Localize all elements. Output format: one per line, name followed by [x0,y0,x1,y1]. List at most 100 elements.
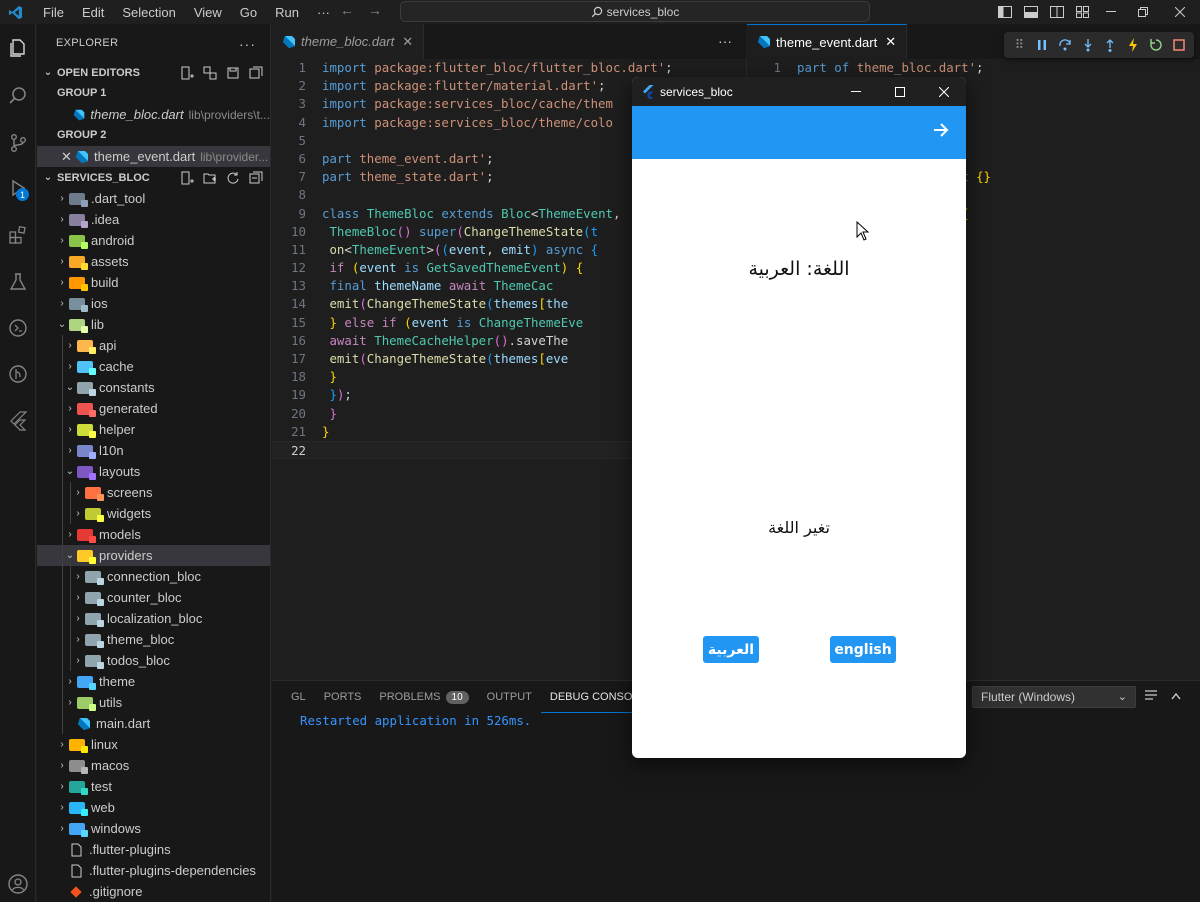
panel-tab[interactable]: PORTS [315,681,371,713]
restart-icon[interactable] [1147,36,1165,54]
editor-more-actions[interactable]: ··· [718,33,732,49]
step-over-icon[interactable] [1056,36,1074,54]
run-debug-icon[interactable]: 1 [0,170,36,206]
app-minimize-icon[interactable] [834,77,878,106]
menu-item[interactable]: ··· [308,5,339,20]
tree-item[interactable]: › macos [37,755,270,776]
tree-item[interactable]: › theme_bloc [37,629,270,650]
command-center-search[interactable]: services_bloc [400,1,870,22]
drag-handle-icon[interactable]: ⠿ [1010,36,1028,54]
close-tab-icon[interactable]: ✕ [885,34,896,50]
tree-item[interactable]: › widgets [37,503,270,524]
tree-item[interactable]: › .idea [37,209,270,230]
tree-item[interactable]: › android [37,230,270,251]
menu-item[interactable]: Go [231,5,266,20]
project-section[interactable]: ⌄ SERVICES_BLOC [37,167,270,188]
app-close-icon[interactable] [922,77,966,106]
app-maximize-icon[interactable] [878,77,922,106]
tree-item[interactable]: › generated [37,398,270,419]
tree-item[interactable]: ⌄ providers [37,545,270,566]
new-group-icon[interactable] [202,65,218,81]
open-editors-section[interactable]: ⌄ OPEN EDITORS [37,62,270,83]
new-file-icon[interactable] [179,170,195,186]
tree-item[interactable]: › assets [37,251,270,272]
toggle-primary-sidebar-icon[interactable] [992,0,1018,24]
open-editor-theme-event[interactable]: ✕ theme_event.dart lib\provider... [37,146,270,167]
tree-item[interactable]: › .dart_tool [37,188,270,209]
extensions-icon[interactable] [0,217,36,253]
tab-theme-bloc[interactable]: theme_bloc.dart ✕ [272,24,425,59]
tree-item[interactable]: ⌄ constants [37,377,270,398]
toggle-panel-icon[interactable] [1018,0,1044,24]
menu-item[interactable]: View [185,5,231,20]
source-control-icon[interactable] [0,125,36,161]
save-all-icon[interactable] [225,65,241,81]
tree-item[interactable]: › models [37,524,270,545]
forward-arrow-icon[interactable]: → [368,2,382,18]
close-icon[interactable]: ✕ [61,149,75,165]
tree-item[interactable]: › api [37,335,270,356]
tree-item[interactable]: › localization_bloc [37,608,270,629]
pause-icon[interactable] [1033,36,1051,54]
tree-item[interactable]: › ios [37,293,270,314]
tree-item[interactable]: › test [37,776,270,797]
close-window-icon[interactable] [1160,0,1200,24]
tab-theme-event[interactable]: theme_event.dart ✕ [747,24,908,59]
remote-explorer-icon[interactable] [0,310,36,346]
close-tab-icon[interactable]: ✕ [402,34,413,50]
tree-item[interactable]: › windows [37,818,270,839]
new-folder-icon[interactable] [202,170,218,186]
menu-item[interactable]: File [34,5,73,20]
explorer-icon[interactable] [0,30,36,66]
toggle-secondary-sidebar-icon[interactable] [1044,0,1070,24]
tree-item[interactable]: ⌄ lib [37,314,270,335]
close-all-icon[interactable] [248,65,264,81]
tree-item[interactable]: ⌄ layouts [37,461,270,482]
clear-console-icon[interactable] [1144,689,1158,704]
tree-item[interactable]: .flutter-plugins [37,839,270,860]
tree-item[interactable]: › cache [37,356,270,377]
new-untitled-file-icon[interactable] [179,65,195,81]
back-arrow-icon[interactable]: ← [340,2,354,18]
tree-item[interactable]: .flutter-plugins-dependencies [37,860,270,881]
tree-item[interactable]: › connection_bloc [37,566,270,587]
step-out-icon[interactable] [1101,36,1119,54]
tree-item[interactable]: › todos_bloc [37,650,270,671]
refresh-icon[interactable] [225,170,241,186]
panel-tab[interactable]: PROBLEMS 10 [370,681,477,713]
tree-item[interactable]: › build [37,272,270,293]
tree-item[interactable]: › web [37,797,270,818]
open-editor-theme-bloc[interactable]: ✕ theme_bloc.dart lib\providers\t... [37,104,270,125]
stop-icon[interactable] [1170,36,1188,54]
menu-item[interactable]: Selection [113,5,184,20]
accounts-icon[interactable] [0,866,36,902]
tree-item[interactable]: › theme [37,671,270,692]
tree-item[interactable]: › utils [37,692,270,713]
arrow-forward-icon[interactable] [932,121,950,142]
debug-session-select[interactable]: Flutter (Windows) ⌄ [972,686,1136,708]
tree-item[interactable]: › linux [37,734,270,755]
arabic-language-button[interactable]: العربية [703,636,759,663]
tree-item[interactable]: .gitignore [37,881,270,902]
panel-tab[interactable]: GL [282,681,315,713]
restore-window-icon[interactable] [1126,0,1160,24]
explorer-more-actions[interactable]: ··· [239,36,256,52]
search-icon[interactable] [0,78,36,114]
customize-layout-icon[interactable] [1070,0,1096,24]
collapse-all-icon[interactable] [248,170,264,186]
testing-flask-icon[interactable] [0,264,36,300]
english-language-button[interactable]: english [830,636,896,663]
menu-item[interactable]: Run [266,5,308,20]
minimize-window-icon[interactable] [1096,0,1126,24]
maximize-panel-icon[interactable] [1170,689,1182,704]
tree-item[interactable]: › screens [37,482,270,503]
tree-item[interactable]: › helper [37,419,270,440]
step-into-icon[interactable] [1079,36,1097,54]
hot-reload-icon[interactable] [1124,36,1142,54]
tree-item[interactable]: › counter_bloc [37,587,270,608]
git-graph-icon[interactable] [0,356,36,392]
tree-item[interactable]: main.dart [37,713,270,734]
tree-item[interactable]: › l10n [37,440,270,461]
flutter-icon[interactable] [0,402,36,438]
panel-tab[interactable]: OUTPUT [478,681,541,713]
